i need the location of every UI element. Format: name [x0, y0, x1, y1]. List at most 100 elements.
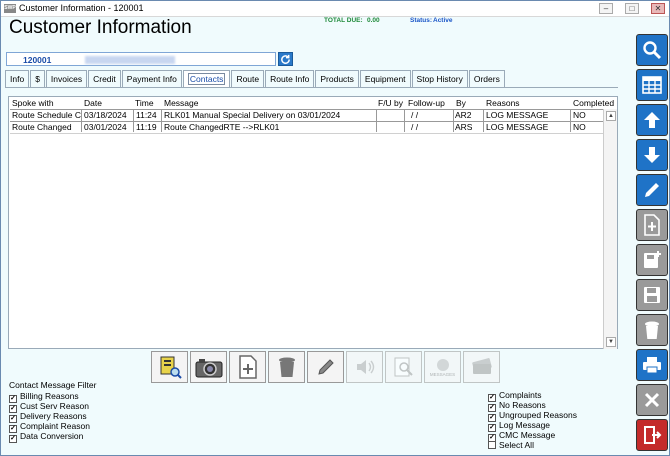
checkbox-checked-icon[interactable]: ✓	[9, 435, 17, 443]
column-header-reasons[interactable]: Reasons	[486, 98, 520, 108]
tab-products[interactable]: Products	[315, 70, 359, 87]
edit-contact-button[interactable]	[307, 351, 344, 383]
column-header-by[interactable]: By	[456, 98, 466, 108]
edit-button[interactable]	[636, 174, 668, 206]
column-header-completed[interactable]: Completed	[573, 98, 614, 108]
close-window-button[interactable]: ✕	[651, 3, 665, 14]
move-up-button[interactable]	[636, 104, 668, 136]
refresh-button[interactable]	[278, 52, 293, 66]
add-document-icon	[644, 214, 660, 236]
filter-cust-serv-reason[interactable]: ✓ Cust Serv Reason	[9, 401, 89, 413]
tab-route-info[interactable]: Route Info	[265, 70, 315, 87]
cell-by: AR2	[455, 110, 472, 120]
account-search-button[interactable]	[151, 351, 188, 383]
close-icon	[644, 392, 660, 408]
checkbox-unchecked-icon[interactable]	[488, 441, 496, 449]
grid-scrollbar[interactable]: ▲ ▼	[603, 109, 617, 349]
tab-route[interactable]: Route	[231, 70, 265, 87]
filter-label: Complaints	[499, 390, 542, 400]
filter-billing-reasons[interactable]: ✓ Billing Reasons	[9, 391, 79, 403]
refresh-icon	[281, 54, 290, 64]
customer-information-window: SWP Customer Information - 120001 – □ ✕ …	[0, 0, 670, 456]
column-header-time[interactable]: Time	[135, 98, 154, 108]
print-button[interactable]	[636, 349, 668, 381]
scroll-up-icon[interactable]: ▲	[606, 111, 616, 121]
column-header-spoke-with[interactable]: Spoke with	[12, 98, 54, 108]
scroll-down-icon[interactable]: ▼	[606, 337, 616, 347]
column-header-follow-up[interactable]: Follow-up	[408, 98, 445, 108]
cell-completed: NO	[573, 122, 586, 132]
tab-payment-info[interactable]: Payment Info	[121, 70, 182, 87]
filter-delivery-reasons[interactable]: ✓ Delivery Reasons	[9, 411, 87, 423]
filter-label: Data Conversion	[20, 431, 84, 441]
camera-icon	[195, 359, 222, 378]
trash-icon	[278, 357, 295, 377]
filter-ungrouped-reasons[interactable]: ✓ Ungrouped Reasons	[488, 410, 577, 422]
filter-complaints[interactable]: ✓ Complaints	[488, 390, 542, 402]
filter-cmc-message[interactable]: ✓ CMC Message	[488, 430, 556, 442]
cell-message: Route ChangedRTE -->RLK01	[164, 122, 280, 132]
table-row[interactable]: Route Schedule C 03/18/2024 11:24 RLK01 …	[9, 110, 603, 121]
customer-selector[interactable]: 120001	[6, 52, 276, 66]
camera-button[interactable]	[190, 351, 227, 383]
tab-equipment[interactable]: Equipment	[359, 70, 411, 87]
save-icon	[644, 287, 660, 303]
search-button[interactable]	[636, 34, 668, 66]
search-icon	[643, 41, 662, 60]
save-button[interactable]	[636, 279, 668, 311]
cell-date: 03/18/2024	[84, 110, 127, 120]
cell-time: 11:19	[136, 122, 157, 132]
tab-divider	[5, 87, 618, 88]
filter-label: Complaint Reason	[20, 421, 90, 431]
filter-data-conversion[interactable]: ✓ Data Conversion	[9, 431, 84, 443]
status-value: Active	[433, 17, 453, 24]
maximize-button[interactable]: □	[625, 3, 639, 14]
filter-complaint-reason[interactable]: ✓ Complaint Reason	[9, 421, 90, 433]
arrow-up-icon	[644, 112, 660, 128]
tab-contacts[interactable]: Contacts	[182, 70, 231, 87]
tab-info[interactable]: Info	[5, 70, 30, 87]
exit-button[interactable]	[636, 419, 668, 451]
filter-label: Log Message	[499, 420, 551, 430]
tab-orders[interactable]: Orders	[468, 70, 505, 87]
filter-label: Delivery Reasons	[20, 411, 87, 421]
filter-select-all[interactable]: Select All	[488, 440, 534, 450]
add-document-button[interactable]	[229, 351, 266, 383]
search-document-button[interactable]	[385, 351, 422, 383]
grid-row-divider	[10, 133, 603, 134]
printer-icon	[643, 357, 661, 374]
filter-no-reasons[interactable]: ✓ No Reasons	[488, 400, 546, 412]
delete-button[interactable]	[636, 314, 668, 346]
minimize-button[interactable]: –	[599, 3, 613, 14]
table-row[interactable]: Route Changed 03/01/2024 11:19 Route Cha…	[9, 122, 603, 133]
add-save-icon	[644, 251, 661, 268]
tab-balance[interactable]: $	[30, 70, 45, 87]
money-button[interactable]	[463, 351, 500, 383]
tab-credit[interactable]: Credit	[88, 70, 121, 87]
filter-label: CMC Message	[499, 430, 556, 440]
grid-view-button[interactable]	[636, 69, 668, 101]
cell-completed: NO	[573, 110, 586, 120]
window-title: Customer Information - 120001	[19, 3, 144, 13]
column-header-date[interactable]: Date	[84, 98, 102, 108]
cell-spoke-with: Route Schedule C	[12, 110, 81, 120]
messages-button[interactable]: MESSAGES	[424, 351, 461, 383]
new-document-button[interactable]	[636, 209, 668, 241]
grid-icon	[642, 76, 662, 94]
column-header-message[interactable]: Message	[164, 98, 199, 108]
tab-stop-history[interactable]: Stop History	[411, 70, 468, 87]
cell-time: 11:24	[136, 110, 157, 120]
add-document-icon	[238, 355, 257, 379]
cancel-button[interactable]	[636, 384, 668, 416]
tab-invoices[interactable]: Invoices	[45, 70, 88, 87]
audio-button[interactable]	[346, 351, 383, 383]
column-header-fu-by[interactable]: F/U by	[378, 98, 403, 108]
filter-log-message[interactable]: ✓ Log Message	[488, 420, 551, 432]
move-down-button[interactable]	[636, 139, 668, 171]
cell-message: RLK01 Manual Special Delivery on 03/01/2…	[164, 110, 341, 120]
save-new-button[interactable]	[636, 244, 668, 276]
delete-contact-button[interactable]	[268, 351, 305, 383]
cell-by: ARS	[455, 122, 473, 132]
search-document-icon	[394, 357, 413, 377]
messages-label: MESSAGES	[429, 371, 456, 377]
